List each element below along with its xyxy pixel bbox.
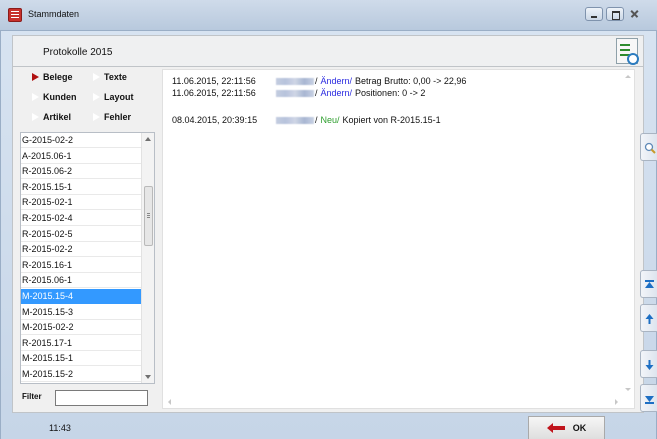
log-text: Kopiert von R-2015.15-1 [342, 115, 441, 125]
log-action: Neu/ [320, 115, 340, 125]
log-vertical-scrollbar[interactable] [621, 70, 634, 396]
list-item[interactable]: R-2015.06-2 [21, 164, 142, 180]
ok-button[interactable]: OK [528, 416, 605, 439]
category-label: Texte [104, 72, 127, 82]
close-button[interactable] [627, 7, 641, 21]
list-item[interactable]: R-2015-02-5 [21, 226, 142, 242]
category-texte[interactable]: Texte [93, 72, 127, 82]
category-nav: Belege Texte Kunden Layout Artikel Fehle… [28, 72, 148, 127]
triangle-right-icon [32, 113, 39, 121]
log-text: Positionen: 0 -> 2 [355, 88, 426, 98]
up-button[interactable] [640, 304, 657, 332]
log-entry: 08.04.2015, 20:39:15 / Neu/ Kopiert von … [172, 115, 441, 125]
list-item[interactable]: R-2015-02-1 [21, 195, 142, 211]
log-date: 11.06.2015, 22:11:56 [172, 88, 256, 98]
log-entry: 11.06.2015, 22:11:56 / Ändern/ Betrag Br… [172, 76, 466, 86]
log-action: Ändern/ [320, 88, 353, 98]
category-label: Kunden [43, 92, 77, 102]
category-label: Fehler [104, 112, 132, 122]
triangle-right-icon [32, 73, 39, 81]
list-item[interactable]: R-2015-02-4 [21, 211, 142, 226]
triangle-right-icon [93, 73, 100, 81]
separator: / [315, 76, 318, 86]
app-icon [8, 8, 22, 22]
list-item[interactable]: R-2015-02-2 [21, 242, 142, 258]
user-name-redacted [276, 117, 314, 124]
down-button[interactable] [640, 350, 657, 378]
log-text: Betrag Brutto: 0,00 -> 22,96 [355, 76, 467, 86]
category-label: Layout [104, 92, 134, 102]
list-item[interactable]: A-2015.06-1 [21, 148, 142, 164]
code-list[interactable]: G-2015-02-2 A-2015.06-1 R-2015.06-2 R-20… [20, 132, 155, 384]
search-button[interactable] [640, 133, 657, 161]
first-button[interactable] [640, 270, 657, 298]
list-item[interactable]: M-2015.15-3 [21, 304, 142, 320]
log-horizontal-scrollbar[interactable] [163, 395, 623, 408]
scroll-right-icon[interactable] [615, 399, 618, 405]
filter-label: Filter [22, 392, 42, 401]
list-item[interactable]: M-2015.15-1 [21, 351, 142, 367]
log-action: Ändern/ [320, 76, 353, 86]
log-date: 11.06.2015, 22:11:56 [172, 76, 256, 86]
triangle-right-icon [32, 93, 39, 101]
scroll-up-icon[interactable] [145, 137, 151, 141]
user-name-redacted [276, 78, 314, 85]
page-title: Protokolle 2015 [43, 47, 113, 58]
category-layout[interactable]: Layout [93, 92, 134, 102]
category-fehler[interactable]: Fehler [93, 112, 131, 122]
code-list-scrollbar[interactable] [141, 133, 154, 383]
minimize-button[interactable] [585, 7, 603, 21]
list-item[interactable]: M-2015-02-2 [21, 320, 142, 336]
ok-label: OK [572, 423, 587, 433]
arrow-left-icon [546, 423, 565, 433]
list-item[interactable]: R-2015.16-1 [21, 257, 142, 273]
window-title: Stammdaten [28, 9, 80, 19]
list-item[interactable]: R-2015.15-1 [21, 179, 142, 195]
scrollbar-thumb[interactable] [144, 186, 153, 246]
scroll-down-icon[interactable] [625, 388, 631, 391]
down-icon [645, 360, 654, 370]
separator: / [315, 115, 318, 125]
checklist-clock-icon[interactable] [616, 38, 639, 65]
maximize-button[interactable] [606, 7, 624, 21]
scroll-left-icon[interactable] [168, 399, 171, 405]
log-date: 08.04.2015, 20:39:15 [172, 115, 258, 125]
title-bar: Stammdaten [0, 0, 657, 31]
window-controls [585, 7, 641, 21]
filter-input[interactable] [55, 390, 148, 406]
category-belege[interactable]: Belege [32, 72, 73, 82]
category-label: Artikel [43, 112, 72, 122]
last-icon [645, 396, 654, 404]
list-item[interactable]: G-2015-02-2 [21, 133, 142, 148]
list-item-selected[interactable]: M-2015.15-4 [21, 289, 142, 304]
category-label: Belege [43, 72, 73, 82]
search-icon [644, 142, 656, 154]
triangle-right-icon [93, 93, 100, 101]
category-kunden[interactable]: Kunden [32, 92, 77, 102]
triangle-right-icon [93, 113, 100, 121]
protocol-log: 11.06.2015, 22:11:56 / Ändern/ Betrag Br… [162, 69, 635, 409]
status-time: 11:43 [49, 423, 71, 433]
separator: / [315, 88, 318, 98]
up-icon [645, 314, 654, 324]
list-item[interactable]: R-2015.17-1 [21, 335, 142, 351]
user-name-redacted [276, 90, 314, 97]
log-entry: 11.06.2015, 22:11:56 / Ändern/ Positione… [172, 88, 425, 98]
scroll-up-icon[interactable] [625, 75, 631, 78]
header-panel: Protokolle 2015 [12, 35, 644, 67]
list-item[interactable]: R-2015.06-1 [21, 273, 142, 289]
scroll-down-icon[interactable] [145, 375, 151, 379]
first-icon [645, 280, 654, 288]
category-artikel[interactable]: Artikel [32, 112, 71, 122]
last-button[interactable] [640, 384, 657, 412]
list-item[interactable]: M-2015.15-2 [21, 367, 142, 382]
